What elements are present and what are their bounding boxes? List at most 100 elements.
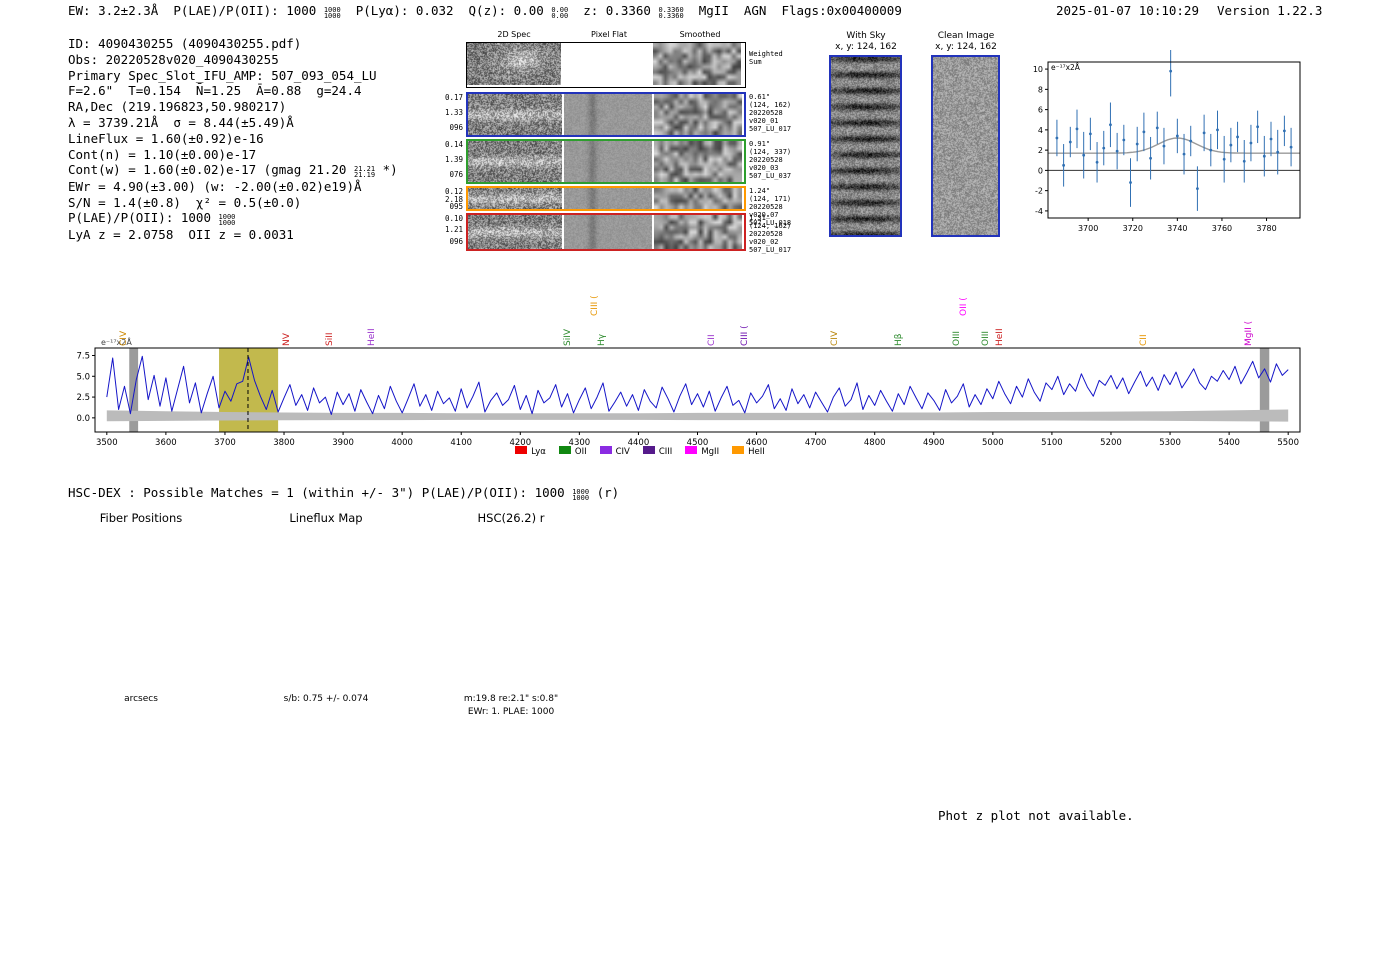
fraction-den: 0.00 <box>551 12 569 20</box>
spectral-line-label-16: MgII ( <box>1244 320 1254 346</box>
pixelflat-image <box>564 215 652 249</box>
clean-image-title: Clean Image <box>937 31 995 41</box>
data-point <box>1115 149 1119 153</box>
ytick-label: 4 <box>1038 126 1043 135</box>
data-point <box>1202 131 1206 135</box>
data-point <box>1142 130 1146 134</box>
panel-caption-sb: s/b: 0.75 +/- 0.074 <box>283 694 369 704</box>
legend-item-MgII: MgII <box>685 446 719 457</box>
data-point <box>1075 127 1079 131</box>
weight-value: 1.21 <box>444 225 463 235</box>
pixelflat-image <box>564 94 652 135</box>
panel-title-fiber-positions: Fiber Positions <box>99 511 183 525</box>
xtick-label: 3800 <box>273 438 295 448</box>
spectral-line-label-8: CIII ( <box>739 325 750 346</box>
legend-swatch <box>599 446 612 454</box>
clean-image-coords: x, y: 124, 162 <box>935 42 997 52</box>
spec2d-image <box>468 188 562 209</box>
spec2d-row-2-weights: 0.14 1.39 076 <box>441 141 463 178</box>
legend-item-CIV: CIV <box>599 446 630 457</box>
info-line-6: LineFlux = 1.60(±0.92)e-16 <box>68 130 264 146</box>
data-point <box>1088 132 1092 136</box>
xtick-label: 3740 <box>1167 224 1187 233</box>
spec2d-row-2 <box>466 139 746 184</box>
info-line-8: Cont(w) = 1.60(±0.02)e-17 (gmag 21.20 21… <box>68 162 398 180</box>
data-point <box>1129 181 1132 184</box>
stacked-fraction: 1000 1000 <box>572 488 589 502</box>
annotation-line: 507_LU_017 <box>749 246 792 254</box>
xtick-label: 4800 <box>864 438 886 448</box>
panel-caption-mag: m:19.8 re:2.1" s:0.8" <box>463 694 559 704</box>
weight-value: 1.39 <box>444 154 463 164</box>
info-line-4: RA,Dec (219.196823,50.980217) <box>68 99 287 115</box>
info-line-1: Obs: 20220528v020_4090430255 <box>68 51 279 67</box>
info-line-10: S/N = 1.4(±0.8) χ² = 0.5(±0.0) <box>68 194 302 210</box>
ytick-label: -4 <box>1035 207 1043 216</box>
xtick-label: 4000 <box>391 438 413 448</box>
smoothed-image <box>654 94 742 135</box>
hsc-dex-match-line: HSC-DEX : Possible Matches = 1 (within +… <box>68 485 619 502</box>
spectrum-line <box>106 355 1289 415</box>
line-fit-plot: -4 -2 0 2 4 6 8 10 3700 3720 3740 3760 3780 e⁻¹⁷x2Å <box>1033 50 1301 233</box>
xtick-label: 3780 <box>1256 224 1276 233</box>
spec2d-row-1 <box>466 92 746 137</box>
smoothed-image <box>653 43 741 85</box>
annotation-line: 1.31" <box>749 214 771 222</box>
detection-info-block: ID: 4090430255 (4090430255.pdf) Obs: 2022… <box>68 36 398 243</box>
plot-frame <box>1047 61 1301 219</box>
with-sky-coords: x, y: 124, 162 <box>835 42 897 52</box>
data-point <box>1222 157 1226 161</box>
stacked-fraction: 0.00 0.00 <box>551 6 569 20</box>
data-point <box>1062 163 1066 167</box>
annotation-line: 1.24" <box>749 187 771 195</box>
legend-item-HeII: HeII <box>732 446 765 457</box>
weighted-label-line2: Sum <box>749 58 762 66</box>
legend-swatch <box>685 446 698 454</box>
smoothed-image <box>654 215 742 249</box>
data-point <box>1276 150 1280 154</box>
fraction-den: 1000 <box>218 219 236 228</box>
legend-item-OII: OII <box>558 446 587 457</box>
spec2d-image <box>468 141 562 182</box>
weighted-label-line1: Weighted <box>749 50 783 58</box>
weight-value: 076 <box>449 169 463 179</box>
info-line-7: Cont(n) = 1.10(±0.00)e-17 <box>68 146 257 162</box>
annotation-line: (124, 162) <box>749 101 792 109</box>
ytick-label: 8 <box>1038 85 1043 94</box>
data-point <box>1289 145 1293 149</box>
annotation-line: 20220528 <box>749 230 783 238</box>
ytick-label: 7.5 <box>76 351 90 361</box>
header-right: 2025-01-07 10:10:29 Version 1.22.3 <box>1056 3 1322 18</box>
spec2d-image <box>468 94 562 135</box>
spectral-line-label-9: CIV <box>829 330 840 346</box>
spectral-line-label-7: CII <box>707 334 718 346</box>
panel-caption-ewr: EWr: 1. PLAE: 1000 <box>467 707 555 717</box>
legend-swatch <box>558 446 571 454</box>
phot-z-note: Phot z plot not available. <box>938 808 1134 823</box>
annotation-line: (124, 171) <box>749 195 792 203</box>
info-line-12: LyA z = 2.0758 OII z = 0.0031 <box>68 226 294 242</box>
annotation-line: 507_LU_037 <box>749 172 792 180</box>
spectral-line-label-1: NV <box>281 333 292 346</box>
data-point <box>1236 135 1239 139</box>
xtick-label: 5500 <box>1277 438 1299 448</box>
data-point <box>1169 69 1173 73</box>
annotation-line: v020_03 <box>749 164 779 172</box>
annotation-line: 0.91" <box>749 140 771 148</box>
clean-image-frame <box>931 55 1000 237</box>
spec2d-row-4-weights: 0.10 1.21 096 <box>441 215 463 245</box>
y-axis-unit-label: e⁻¹⁷x2Å <box>1051 63 1081 72</box>
xtick-label: 3760 <box>1212 224 1232 233</box>
header-seg-3: Q(z): 0.00 0.00 0.00 <box>468 3 569 20</box>
spec2d-row-0 <box>466 42 746 88</box>
data-point <box>1155 126 1159 130</box>
info-line-5: λ = 3739.21Å σ = 8.44(±5.49)Å <box>68 114 294 130</box>
spec2d-image <box>467 43 561 85</box>
spec2d-row-4 <box>466 213 746 251</box>
panel-title-lineflux-map: Lineflux Map <box>289 511 363 525</box>
data-point <box>1135 142 1139 146</box>
spec2d-row-3 <box>466 186 746 211</box>
stacked-fraction: 1000 1000 <box>219 214 236 227</box>
fraction-den: 0.3360 <box>658 12 684 20</box>
legend-item-CIII: CIII <box>642 446 672 457</box>
